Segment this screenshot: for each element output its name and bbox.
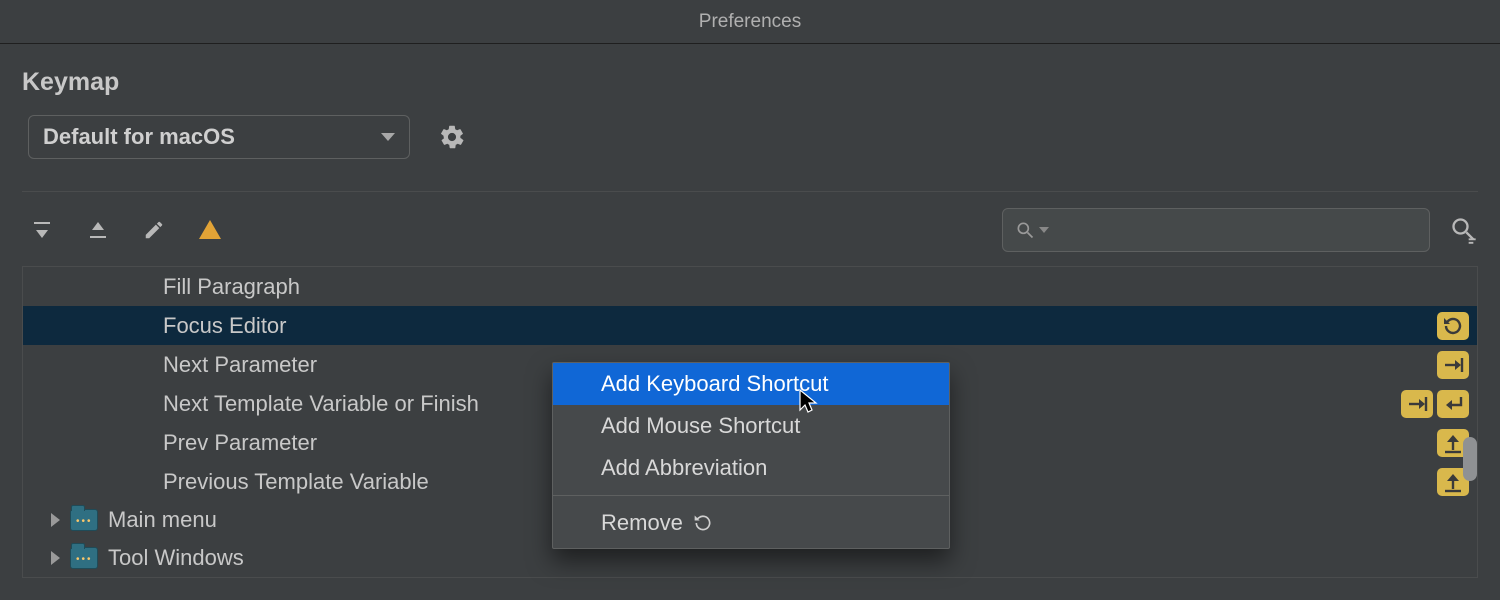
context-menu-item-label: Add Mouse Shortcut (601, 413, 800, 439)
toolbar-left (28, 216, 224, 244)
shortcut-badges (1437, 312, 1469, 340)
edit-icon[interactable] (140, 216, 168, 244)
search-icon (1015, 220, 1035, 240)
action-label: Fill Paragraph (163, 274, 300, 300)
action-row[interactable]: Fill Paragraph (23, 267, 1477, 306)
keymap-select[interactable]: Default for macOS (28, 115, 410, 159)
context-menu-item-label: Add Keyboard Shortcut (601, 371, 828, 397)
shortcut-badge-enter (1437, 390, 1469, 418)
chevron-down-icon (1039, 227, 1049, 233)
action-label: Prev Parameter (163, 430, 317, 456)
chevron-down-icon (381, 133, 395, 141)
warning-icon[interactable] (196, 216, 224, 244)
action-label: Focus Editor (163, 313, 287, 339)
context-menu-item-label: Add Abbreviation (601, 455, 767, 481)
shortcut-badges (1437, 351, 1469, 379)
folder-icon: ••• (70, 509, 98, 531)
context-menu-separator (553, 495, 949, 496)
action-label: Next Template Variable or Finish (163, 391, 479, 417)
action-row[interactable]: Focus Editor (23, 306, 1477, 345)
expand-all-icon[interactable] (28, 216, 56, 244)
collapse-all-icon[interactable] (84, 216, 112, 244)
disclosure-triangle-icon (51, 513, 60, 527)
keymap-selector-row: Default for macOS (0, 115, 1500, 159)
group-label: Tool Windows (108, 545, 244, 571)
shortcut-badge-tab (1437, 351, 1469, 379)
shortcut-badge-restore (1437, 312, 1469, 340)
shortcut-badge-tab (1401, 390, 1433, 418)
keymap-select-value: Default for macOS (43, 124, 235, 150)
page-title: Keymap (0, 44, 1500, 115)
restore-icon (693, 513, 713, 533)
disclosure-triangle-icon (51, 551, 60, 565)
gear-icon[interactable] (438, 123, 466, 151)
context-menu-remove[interactable]: Remove (553, 502, 949, 544)
window-title: Preferences (699, 11, 801, 33)
group-label: Main menu (108, 507, 217, 533)
context-menu-item-label: Remove (601, 510, 683, 536)
search-input[interactable] (1002, 208, 1430, 252)
context-menu-item[interactable]: Add Keyboard Shortcut (553, 363, 949, 405)
toolbar (0, 192, 1500, 266)
action-label: Next Parameter (163, 352, 317, 378)
window-title-bar: Preferences (0, 0, 1500, 44)
find-shortcut-icon[interactable] (1450, 216, 1478, 244)
action-label: Previous Template Variable (163, 469, 429, 495)
toolbar-right (1002, 208, 1478, 252)
context-menu-item[interactable]: Add Mouse Shortcut (553, 405, 949, 447)
folder-icon: ••• (70, 547, 98, 569)
context-menu-item[interactable]: Add Abbreviation (553, 447, 949, 489)
shortcut-badges (1401, 390, 1469, 418)
context-menu: Add Keyboard Shortcut Add Mouse Shortcut A… (552, 362, 950, 549)
scrollbar-thumb[interactable] (1463, 437, 1477, 481)
